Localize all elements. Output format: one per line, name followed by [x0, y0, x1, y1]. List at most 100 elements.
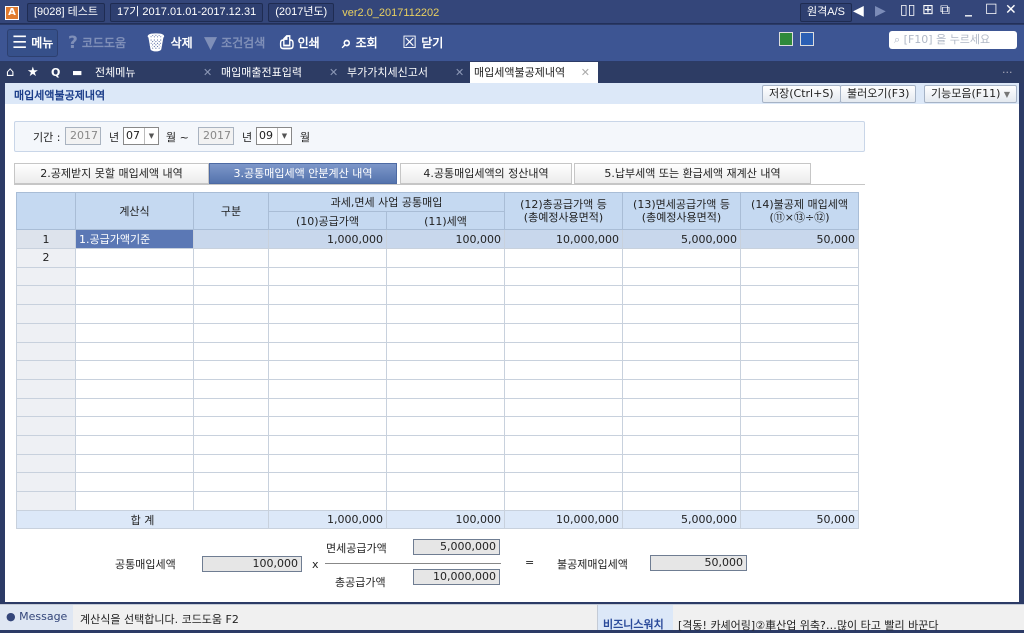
total-supply-cell[interactable]: [504, 397, 623, 418]
nondeductible-cell[interactable]: [740, 266, 859, 287]
total-supply-cell[interactable]: [504, 322, 623, 343]
nondeductible-cell[interactable]: [740, 322, 859, 343]
nondeductible-cell[interactable]: [740, 248, 859, 268]
total-supply-cell[interactable]: [504, 266, 623, 287]
message-tab[interactable]: ● Message: [0, 605, 73, 630]
supply-cell[interactable]: [268, 248, 387, 268]
table-row[interactable]: [16, 341, 859, 362]
nondeductible-cell[interactable]: [740, 360, 859, 380]
supply-cell[interactable]: [268, 434, 387, 455]
total-supply-cell[interactable]: [504, 491, 623, 511]
company-selector[interactable]: [9028] 테스트: [27, 3, 105, 22]
supply-cell[interactable]: [268, 416, 387, 436]
tax-cell[interactable]: [386, 491, 505, 511]
tab-close-icon[interactable]: ✕: [329, 62, 338, 83]
subtab-common-allocation[interactable]: 3.공통매입세액 안분계산 내역: [209, 163, 397, 184]
total-supply-cell[interactable]: [504, 304, 623, 324]
word-icon[interactable]: [800, 32, 814, 46]
remote-as-button[interactable]: 원격A/S: [800, 3, 852, 22]
quick-search-icon[interactable]: Q: [51, 62, 60, 83]
supply-cell[interactable]: [268, 285, 387, 306]
close-button[interactable]: ☒ 닫기: [402, 31, 443, 55]
formula-cell[interactable]: [75, 322, 194, 343]
formula-cell[interactable]: [75, 248, 194, 268]
category-cell[interactable]: [193, 341, 269, 362]
category-cell[interactable]: [193, 248, 269, 268]
nondeductible-cell[interactable]: [740, 453, 859, 474]
tax-cell[interactable]: [386, 434, 505, 455]
nondeductible-cell[interactable]: [740, 304, 859, 324]
formula-cell[interactable]: [75, 304, 194, 324]
nondeductible-cell[interactable]: [740, 341, 859, 362]
total-supply-cell[interactable]: 10,000,000: [504, 229, 623, 250]
close-window-icon[interactable]: ✕: [1005, 2, 1017, 18]
subtab-recalculation[interactable]: 5.납부세액 또는 환급세액 재계산 내역: [574, 163, 811, 184]
nondeductible-cell[interactable]: [740, 378, 859, 399]
to-month-select[interactable]: 09 ▼: [256, 127, 292, 145]
star-icon[interactable]: ★: [27, 62, 39, 83]
exempt-supply-cell[interactable]: [622, 434, 741, 455]
table-row[interactable]: [16, 360, 859, 380]
code-help-button[interactable]: ? 코드도움: [68, 31, 126, 55]
table-row[interactable]: 1 1.공급가액기준 1,000,000 100,000 10,000,000 …: [16, 229, 859, 250]
supply-cell[interactable]: [268, 491, 387, 511]
exempt-supply-cell[interactable]: [622, 266, 741, 287]
total-supply-cell[interactable]: [504, 434, 623, 455]
exempt-supply-cell[interactable]: [622, 285, 741, 306]
from-month-select[interactable]: 07 ▼: [123, 127, 159, 145]
table-row[interactable]: 2: [16, 248, 859, 268]
formula-cell[interactable]: [75, 397, 194, 418]
nondeductible-cell[interactable]: [740, 472, 859, 492]
book-icon[interactable]: ▯▯: [900, 2, 915, 18]
supply-cell[interactable]: [268, 322, 387, 343]
windows-icon[interactable]: ⧉: [940, 2, 950, 18]
supply-cell[interactable]: [268, 378, 387, 399]
table-row[interactable]: [16, 397, 859, 418]
home-icon[interactable]: ⌂: [6, 62, 14, 83]
tax-cell[interactable]: [386, 285, 505, 306]
supply-cell[interactable]: [268, 360, 387, 380]
exempt-supply-cell[interactable]: [622, 360, 741, 380]
tab-purchase-sales-entry[interactable]: 매입매출전표입력: [221, 62, 302, 83]
formula-cell[interactable]: [75, 416, 194, 436]
table-row[interactable]: [16, 453, 859, 474]
formula-cell[interactable]: [75, 491, 194, 511]
table-row[interactable]: [16, 322, 859, 343]
tab-close-icon[interactable]: ✕: [203, 62, 212, 83]
save-button[interactable]: 저장(Ctrl+S): [762, 85, 841, 103]
supply-cell[interactable]: [268, 472, 387, 492]
formula-cell[interactable]: [75, 453, 194, 474]
table-row[interactable]: [16, 304, 859, 324]
exempt-supply-cell[interactable]: [622, 453, 741, 474]
tax-cell[interactable]: 100,000: [386, 229, 505, 250]
table-row[interactable]: [16, 285, 859, 306]
more-tabs-icon[interactable]: ···: [1002, 62, 1013, 83]
subtab-nondeductible-details[interactable]: 2.공제받지 못할 매입세액 내역: [14, 163, 209, 184]
category-cell[interactable]: [193, 453, 269, 474]
exempt-supply-cell[interactable]: 5,000,000: [622, 229, 741, 250]
total-supply-cell[interactable]: [504, 378, 623, 399]
functions-button[interactable]: 기능모음(F11) ▼: [924, 85, 1018, 103]
supply-cell[interactable]: [268, 453, 387, 474]
grid-icon[interactable]: ⊞: [922, 2, 934, 18]
formula-cell[interactable]: [75, 360, 194, 380]
tab-close-icon[interactable]: ✕: [455, 62, 464, 83]
category-cell[interactable]: [193, 491, 269, 511]
filter-button[interactable]: ▼ 조건검색: [204, 31, 265, 55]
tax-cell[interactable]: [386, 378, 505, 399]
table-row[interactable]: [16, 472, 859, 492]
formula-cell[interactable]: [75, 434, 194, 455]
exempt-supply-cell[interactable]: [622, 341, 741, 362]
supply-cell[interactable]: [268, 341, 387, 362]
category-cell[interactable]: [193, 266, 269, 287]
delete-button[interactable]: 🗑 삭제: [145, 31, 193, 55]
to-year-input[interactable]: 2017: [198, 127, 234, 145]
tax-cell[interactable]: [386, 416, 505, 436]
tax-cell[interactable]: [386, 266, 505, 287]
subtab-common-settlement[interactable]: 4.공통매입세액의 정산내역: [400, 163, 572, 184]
tax-cell[interactable]: [386, 341, 505, 362]
tax-cell[interactable]: [386, 248, 505, 268]
category-cell[interactable]: [193, 397, 269, 418]
supply-cell[interactable]: 1,000,000: [268, 229, 387, 250]
category-cell[interactable]: [193, 378, 269, 399]
